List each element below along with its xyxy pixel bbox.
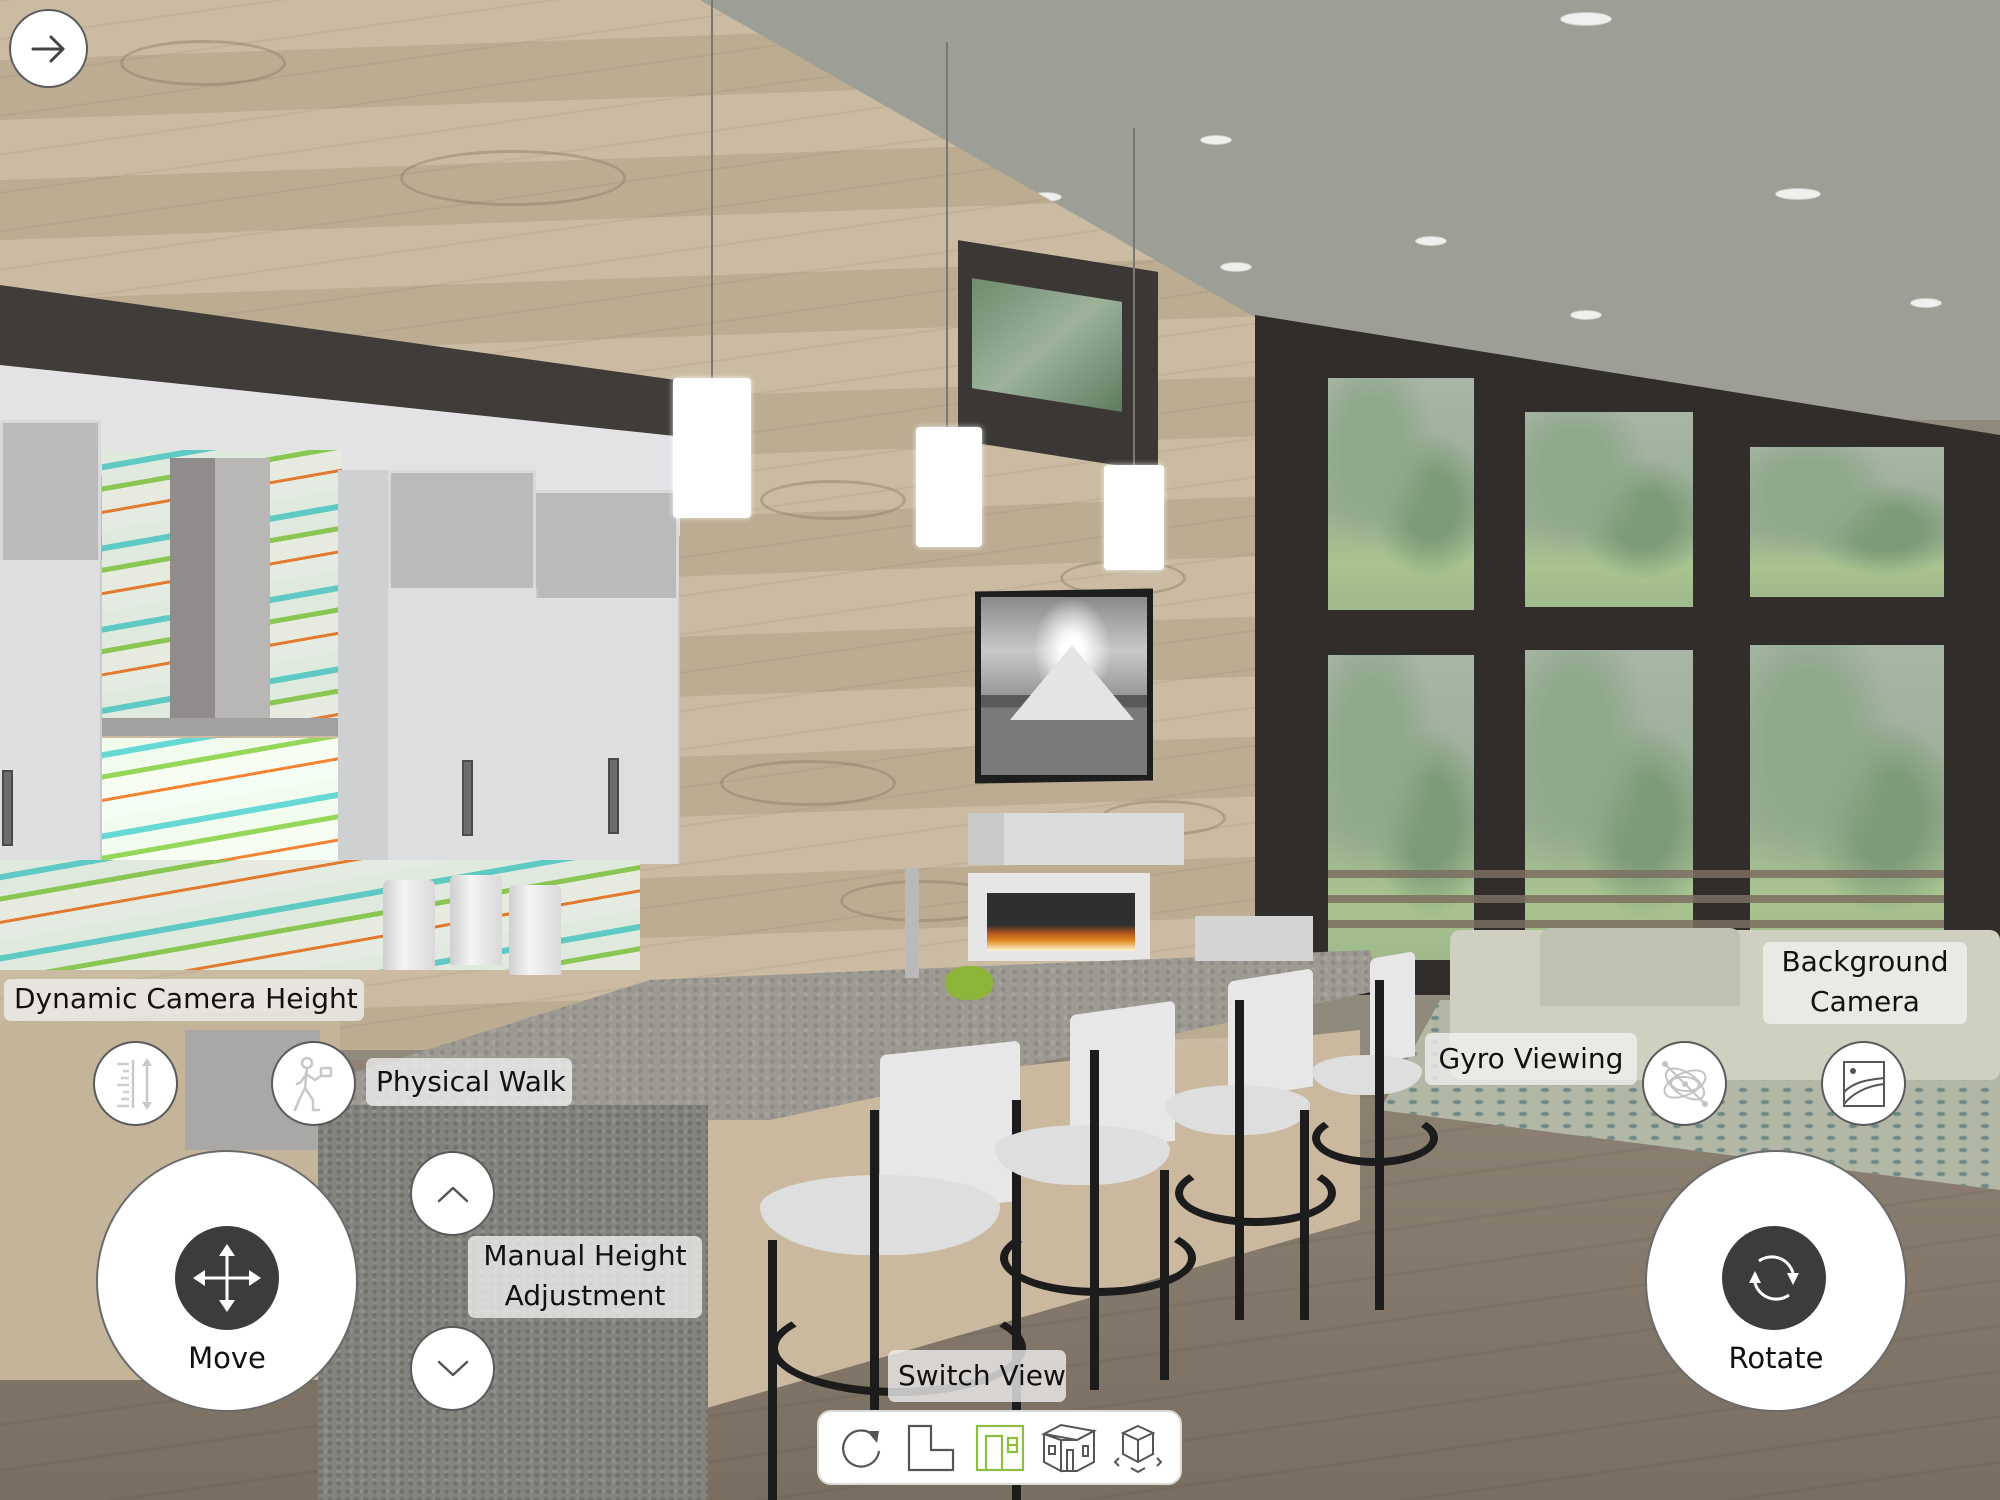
window-pane xyxy=(1750,645,1944,960)
move-label: Move xyxy=(188,1341,266,1375)
background-camera-label-line2: Camera xyxy=(1810,985,1920,1018)
move-icon-bg xyxy=(175,1226,279,1330)
white-cabinet xyxy=(0,560,102,890)
recessed-light xyxy=(1910,298,1942,308)
canister xyxy=(509,885,561,975)
walking-person-icon xyxy=(293,1056,332,1111)
window-pane xyxy=(1525,412,1693,607)
recessed-light xyxy=(1570,310,1602,320)
rotate-icon-bg xyxy=(1722,1226,1826,1330)
pendant-light xyxy=(916,427,982,547)
glass-cabinet xyxy=(0,420,101,566)
rotate-label: Rotate xyxy=(1728,1341,1824,1375)
gyro-viewing-button[interactable] xyxy=(1642,1041,1727,1126)
background-camera-label: Background Camera xyxy=(1763,942,1967,1024)
chevron-up-icon xyxy=(437,1186,468,1202)
height-ruler-icon xyxy=(116,1057,152,1110)
rotate-reset-icon xyxy=(841,1429,880,1468)
window-pane xyxy=(1328,655,1474,960)
fireplace-flames xyxy=(987,893,1135,951)
view-button-3d-object[interactable] xyxy=(1108,1418,1168,1478)
recessed-light xyxy=(1415,236,1447,246)
glass-cabinet xyxy=(533,490,679,604)
physical-walk-button[interactable] xyxy=(271,1041,356,1126)
manual-height-label-line1: Manual Height xyxy=(483,1239,687,1272)
bar-stool-far xyxy=(1195,916,1313,961)
floor-plan-icon xyxy=(907,1424,954,1471)
apple xyxy=(945,966,993,1000)
height-down-button[interactable] xyxy=(410,1326,495,1411)
height-up-button[interactable] xyxy=(410,1151,495,1236)
sofa-cushion xyxy=(1540,928,1740,1006)
background-camera-button[interactable] xyxy=(1821,1041,1906,1126)
house-3d-icon xyxy=(1040,1423,1097,1473)
recessed-light xyxy=(1200,135,1232,145)
arrow-right-icon xyxy=(31,35,64,62)
view-button-3d-house[interactable] xyxy=(1039,1418,1099,1478)
back-button[interactable] xyxy=(9,9,88,88)
glass-cabinet xyxy=(388,470,536,594)
recessed-light xyxy=(1220,262,1252,272)
window-pane xyxy=(1750,447,1944,597)
manual-height-label-line2: Adjustment xyxy=(504,1279,666,1312)
rotate-arrows-icon xyxy=(1749,1255,1799,1301)
pendant-light xyxy=(673,378,751,518)
window-pane xyxy=(1328,378,1474,610)
transom-window-glass xyxy=(972,278,1122,412)
rotate-joystick[interactable]: Rotate xyxy=(1645,1150,1907,1412)
chevron-down-icon xyxy=(437,1360,468,1376)
dynamic-camera-height-button[interactable] xyxy=(93,1041,178,1126)
canister xyxy=(450,875,502,965)
dynamic-camera-height-label: Dynamic Camera Height xyxy=(4,979,364,1021)
pendant-light xyxy=(1104,465,1164,570)
move-arrows-icon xyxy=(193,1244,261,1312)
switch-view-toolbar xyxy=(817,1410,1182,1485)
physical-walk-label: Physical Walk xyxy=(366,1058,572,1106)
view-button-floor-plan[interactable] xyxy=(901,1418,961,1478)
view-button-reset[interactable] xyxy=(832,1418,892,1478)
window-pane xyxy=(1525,650,1693,960)
fireplace-mantel xyxy=(968,813,1184,865)
gyroscope-icon xyxy=(1661,1060,1708,1107)
cube-3d-icon xyxy=(1113,1424,1162,1473)
elevation-icon xyxy=(975,1424,1024,1471)
canister xyxy=(383,880,435,970)
faucet xyxy=(905,868,919,978)
recessed-light xyxy=(1775,188,1821,200)
manual-height-adjustment-label: Manual Height Adjustment xyxy=(468,1236,702,1318)
landscape-image-icon xyxy=(1842,1060,1885,1107)
switch-view-label: Switch View xyxy=(888,1350,1066,1402)
background-camera-label-line1: Background xyxy=(1781,945,1949,978)
move-joystick[interactable]: Move xyxy=(96,1150,358,1412)
recessed-light xyxy=(1560,12,1612,26)
gyro-viewing-label: Gyro Viewing xyxy=(1425,1033,1637,1085)
view-button-elevation[interactable] xyxy=(970,1418,1030,1478)
